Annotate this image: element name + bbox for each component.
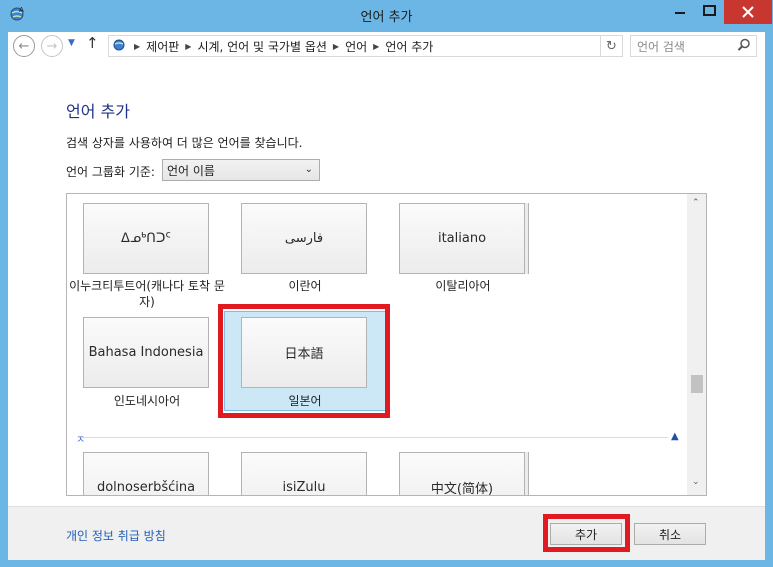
tile-native-name: Bahasa Indonesia: [88, 345, 204, 360]
search-icon: [737, 38, 751, 55]
minimize-button[interactable]: [666, 0, 694, 24]
refresh-icon: ↻: [606, 38, 617, 54]
tile-native-name: isiZulu: [282, 480, 326, 495]
forward-button[interactable]: →: [41, 35, 63, 57]
language-tile[interactable]: فارسی: [241, 203, 367, 274]
privacy-policy-link[interactable]: 개인 정보 취급 방침: [66, 527, 166, 544]
maximize-icon: [703, 5, 716, 16]
collapse-section-icon[interactable]: ▲: [671, 431, 679, 442]
tile-native-name: dolnoserbšćina: [96, 480, 196, 495]
vertical-scrollbar[interactable]: [687, 194, 706, 495]
breadcrumb-control-panel[interactable]: 제어판: [146, 38, 179, 55]
breadcrumb-separator-icon: ▶: [373, 41, 380, 51]
highlight-annotation-add-button: [543, 514, 630, 552]
language-name: 이란어: [288, 279, 322, 293]
group-by-value: 언어 이름: [167, 163, 215, 178]
search-input[interactable]: [635, 37, 739, 57]
language-tile[interactable]: Bahasa Indonesia: [83, 317, 209, 388]
scrollbar-thumb[interactable]: [691, 375, 703, 393]
tile-native-name: فارسی: [284, 231, 324, 246]
page-description: 검색 상자를 사용하여 더 많은 언어를 찾습니다.: [66, 136, 303, 150]
maximize-button[interactable]: [694, 0, 724, 24]
close-button[interactable]: [724, 0, 772, 24]
scroll-up-icon[interactable]: ⌃: [692, 198, 700, 208]
cancel-button[interactable]: 취소: [634, 523, 706, 545]
tile-native-name: ᐃᓄᒃᑎᑐᑦ: [121, 231, 171, 246]
group-by-select[interactable]: 언어 이름 ⌄: [162, 159, 320, 181]
language-name: 인도네시아어: [113, 394, 181, 408]
highlight-annotation-selected-tile: [218, 304, 390, 418]
breadcrumb-separator-icon: ▶: [185, 41, 192, 51]
up-arrow-icon: ↑: [86, 34, 99, 52]
chevron-down-icon: ⌄: [304, 164, 313, 175]
minimize-icon: [675, 12, 685, 14]
language-tile[interactable]: ᐃᓄᒃᑎᑐᑦ: [83, 203, 209, 274]
chevron-down-icon: ▼: [68, 38, 75, 48]
section-letter: ㅈ: [76, 435, 86, 446]
tile-native-name: italiano: [437, 231, 487, 246]
page-title: 언어 추가: [66, 102, 130, 121]
section-divider: [81, 437, 668, 438]
back-arrow-icon: ←: [18, 38, 30, 54]
recent-locations-dropdown[interactable]: ▼: [68, 38, 75, 48]
forward-arrow-icon: →: [46, 38, 58, 54]
language-name: 이탈리아어: [435, 279, 491, 293]
address-bar[interactable]: ▶ 제어판 ▶ 시계, 언어 및 국가별 옵션 ▶ 언어 ▶ 언어 추가: [108, 35, 601, 57]
breadcrumb-separator-icon: ▶: [134, 41, 141, 51]
language-tile[interactable]: dolnoserbšćina: [83, 452, 209, 495]
breadcrumb-add-language[interactable]: 언어 추가: [385, 38, 433, 55]
language-tile[interactable]: 中文(简体): [399, 452, 529, 496]
up-button[interactable]: ↑: [86, 34, 99, 52]
refresh-button[interactable]: ↻: [601, 35, 623, 57]
window-title: 언어 추가: [360, 10, 413, 25]
group-by-label: 언어 그룹화 기준:: [66, 165, 155, 179]
language-tile[interactable]: italiano: [399, 203, 529, 274]
scroll-down-icon[interactable]: ⌄: [692, 477, 700, 487]
breadcrumb-separator-icon: ▶: [332, 41, 340, 51]
language-name: 이누크티투트어(캐나다 토착 문자): [69, 279, 225, 309]
breadcrumb-language[interactable]: 언어: [345, 38, 367, 55]
breadcrumb-clock-language-region[interactable]: 시계, 언어 및 국가별 옵션: [197, 38, 326, 55]
back-button[interactable]: ←: [13, 35, 35, 57]
close-icon: [742, 6, 754, 18]
tile-native-name: 中文(简体): [430, 482, 494, 496]
search-box[interactable]: [630, 35, 757, 57]
language-tile[interactable]: isiZulu: [241, 452, 367, 495]
control-panel-icon: [112, 37, 128, 56]
